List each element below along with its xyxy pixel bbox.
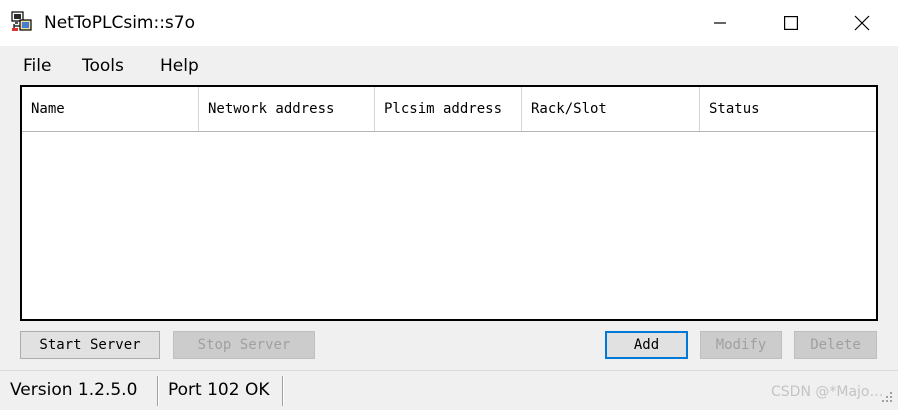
list-header: Name Network address Plcsim address Rack… [22,87,876,132]
maximize-button[interactable] [768,0,814,46]
app-window: NetToPLCsim::s7o File Tools Help Name Ne… [0,0,898,410]
resize-grip-icon[interactable] [880,390,894,404]
app-network-icon [11,11,32,31]
column-header-name[interactable]: Name [22,87,199,131]
title-bar: NetToPLCsim::s7o [0,0,898,46]
version-status: Version 1.2.5.0 [10,380,138,400]
window-title: NetToPLCsim::s7o [44,13,195,33]
minimize-icon [714,22,726,24]
column-header-plcsim-address[interactable]: Plcsim address [375,87,522,131]
column-header-status[interactable]: Status [700,87,876,131]
list-body[interactable] [22,132,876,319]
port-status: Port 102 OK [168,380,270,400]
menu-tools[interactable]: Tools [82,55,124,77]
status-separator [282,376,284,406]
delete-button[interactable]: Delete [794,331,877,359]
close-button[interactable] [839,0,885,46]
menu-file[interactable]: File [23,55,51,77]
menu-help[interactable]: Help [160,55,199,77]
column-header-rack-slot[interactable]: Rack/Slot [522,87,700,131]
stop-server-button[interactable]: Stop Server [173,331,315,359]
status-separator [157,376,159,406]
watermark-text: CSDN @*Majo… [771,384,884,400]
add-button[interactable]: Add [605,331,688,359]
maximize-icon [784,16,798,30]
modify-button[interactable]: Modify [700,331,782,359]
server-list[interactable]: Name Network address Plcsim address Rack… [20,85,878,321]
start-server-button[interactable]: Start Server [20,331,160,359]
column-header-network-address[interactable]: Network address [199,87,375,131]
close-icon [854,15,870,31]
menu-bar: File Tools Help [0,48,898,84]
status-bar: Version 1.2.5.0 Port 102 OK [0,370,898,410]
minimize-button[interactable] [697,0,743,46]
